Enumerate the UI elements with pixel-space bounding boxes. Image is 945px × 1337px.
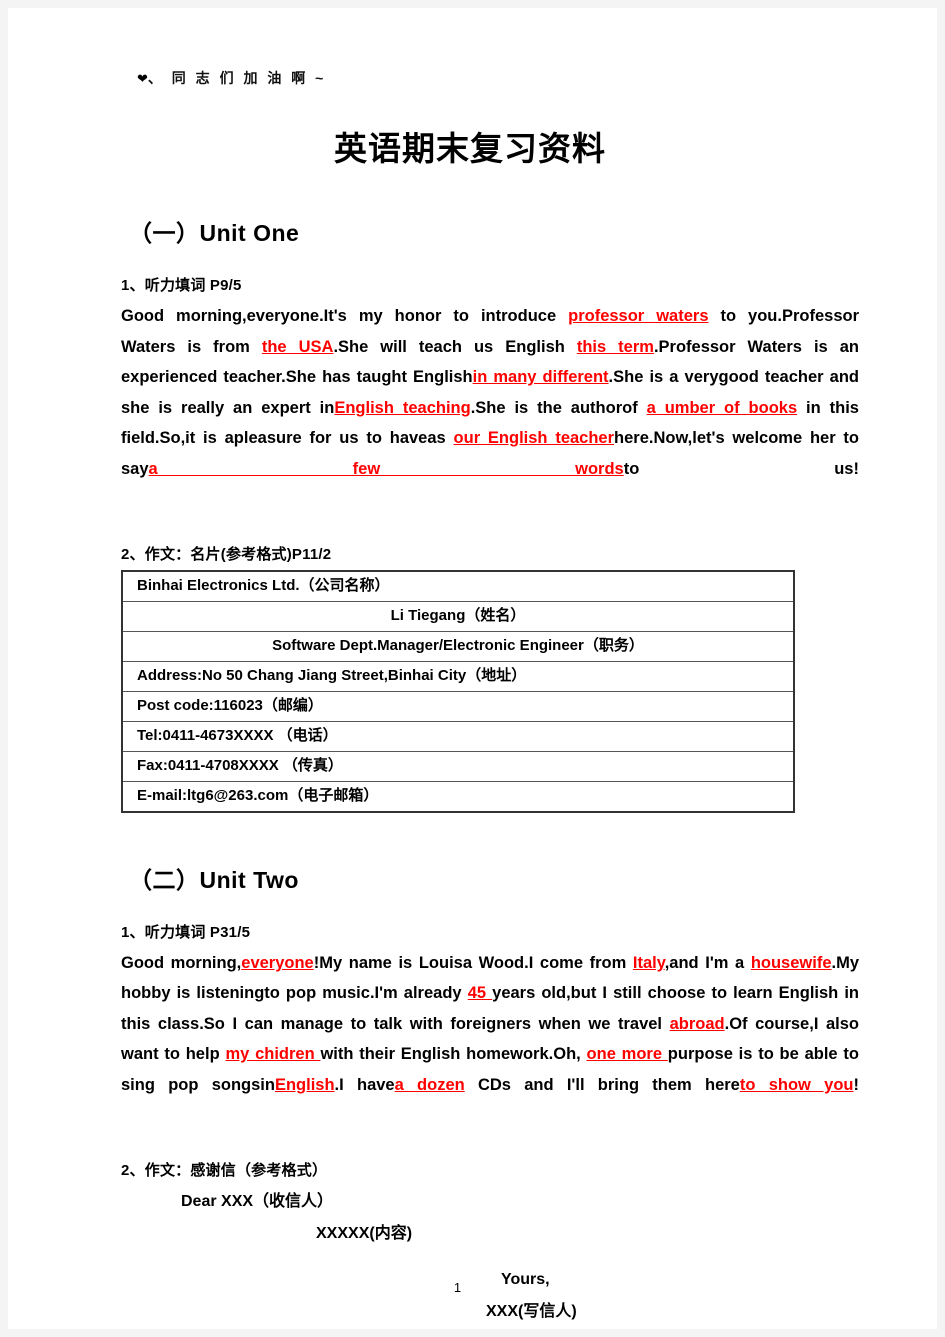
letter-signature: XXX(写信人) xyxy=(486,1302,577,1320)
table-cell: Tel:0411-4673XXXX （电话） xyxy=(121,720,795,752)
table-cell: Binhai Electronics Ltd.（公司名称） xyxy=(121,570,795,602)
table-cell: E-mail:ltg6@263.com（电子邮箱） xyxy=(121,780,795,813)
table-cell: Post code:116023（邮编） xyxy=(121,690,795,722)
unit-heading-one: （一）Unit One xyxy=(129,220,300,246)
page-content: ❤、 同 志 们 加 油 啊 ~ 英语期末复习资料 （一）Unit One 1、… xyxy=(8,8,937,1329)
paragraph-text: Good morning, xyxy=(121,953,242,972)
unit-heading-two: （二）Unit Two xyxy=(129,866,299,893)
answer-blank: to show you xyxy=(739,1075,854,1094)
unit-two-writing-label: 2、作文：感谢信（参考格式） xyxy=(121,1161,328,1179)
paragraph-text: .She is the authorof xyxy=(470,398,647,417)
paragraph-text: .I have xyxy=(334,1075,395,1094)
table-cell: Address:No 50 Chang Jiang Street,Binhai … xyxy=(121,660,795,692)
paragraph-text: ! xyxy=(853,1075,859,1094)
unit-two-listening-label: 1、听力填词 P31/5 xyxy=(121,923,251,941)
letter-body: XXXXX(内容) xyxy=(316,1224,413,1242)
answer-blank: a few words xyxy=(148,459,624,478)
unit-two-listening-paragraph: Good morning,everyone!My name is Louisa … xyxy=(121,948,859,1131)
business-card-table: Binhai Electronics Ltd.（公司名称） Li Tiegang（… xyxy=(121,569,795,813)
thank-you-letter-format: Dear XXX（收信人） XXXXX(内容) Yours, XXX(写信人) xyxy=(121,1186,859,1328)
answer-blank: English xyxy=(274,1075,335,1094)
header-note-text: 、 同 志 们 加 油 啊 ~ xyxy=(147,70,327,86)
answer-blank: housewife xyxy=(750,953,832,972)
heart-icon: ❤ xyxy=(137,71,148,86)
answer-blank: a dozen xyxy=(394,1075,465,1094)
unit-one-listening-label: 1、听力填词 P9/5 xyxy=(121,277,242,294)
paragraph-text: Good morning,everyone.It's my honor to i… xyxy=(121,307,569,325)
answer-blank: Italy xyxy=(632,953,665,972)
page-title: 英语期末复习资料 xyxy=(334,130,606,167)
unit-one-writing-label: 2、作文：名片(参考格式)P11/2 xyxy=(121,545,332,563)
letter-salutation: Dear XXX（收信人） xyxy=(181,1192,334,1210)
letter-spacer xyxy=(121,1250,859,1264)
paragraph-text: to us! xyxy=(623,459,859,478)
paragraph-text: CDs and I'll bring them here xyxy=(464,1075,740,1094)
answer-blank: our English teacher xyxy=(453,429,615,448)
answer-blank: everyone xyxy=(241,953,314,972)
table-cell: Li Tiegang（姓名） xyxy=(121,600,795,632)
answer-blank: one more xyxy=(586,1045,668,1064)
header-note: ❤、 同 志 们 加 油 啊 ~ xyxy=(137,68,859,88)
paragraph-text: ,and I'm a xyxy=(664,953,751,972)
answer-blank: professor waters xyxy=(568,307,709,325)
unit-one-listening-paragraph: Good morning,everyone.It's my honor to i… xyxy=(121,301,859,515)
table-row: Fax:0411-4708XXXX （传真） xyxy=(121,750,795,782)
answer-blank: abroad xyxy=(669,1014,725,1033)
table-row: Li Tiegang（姓名） xyxy=(121,600,795,632)
answer-blank: a umber of books xyxy=(646,398,798,417)
answer-blank: this term xyxy=(576,337,654,356)
paragraph-text: with their English homework.Oh, xyxy=(320,1045,587,1064)
paragraph-text: .She will teach us English xyxy=(333,337,577,356)
answer-blank: in many different xyxy=(472,368,609,387)
table-row: Software Dept.Manager/Electronic Enginee… xyxy=(121,630,795,662)
page-number: 1 xyxy=(453,1280,462,1295)
table-row: E-mail:ltg6@263.com（电子邮箱） xyxy=(121,780,795,813)
business-card-table-body: Binhai Electronics Ltd.（公司名称） Li Tiegang（… xyxy=(121,570,795,813)
document-page: ❤、 同 志 们 加 油 啊 ~ 英语期末复习资料 （一）Unit One 1、… xyxy=(8,8,937,1329)
table-cell: Software Dept.Manager/Electronic Enginee… xyxy=(121,630,795,662)
paragraph-text: !My name is Louisa Wood.I come from xyxy=(313,953,633,972)
answer-blank: 45 xyxy=(467,984,493,1003)
answer-blank: English teaching xyxy=(334,398,471,417)
table-row: Post code:116023（邮编） xyxy=(121,690,795,722)
table-row: Tel:0411-4673XXXX （电话） xyxy=(121,720,795,752)
answer-blank: the USA xyxy=(261,337,334,356)
table-cell: Fax:0411-4708XXXX （传真） xyxy=(121,750,795,782)
answer-blank: my chidren xyxy=(225,1045,321,1064)
table-row: Binhai Electronics Ltd.（公司名称） xyxy=(121,570,795,602)
table-row: Address:No 50 Chang Jiang Street,Binhai … xyxy=(121,660,795,692)
